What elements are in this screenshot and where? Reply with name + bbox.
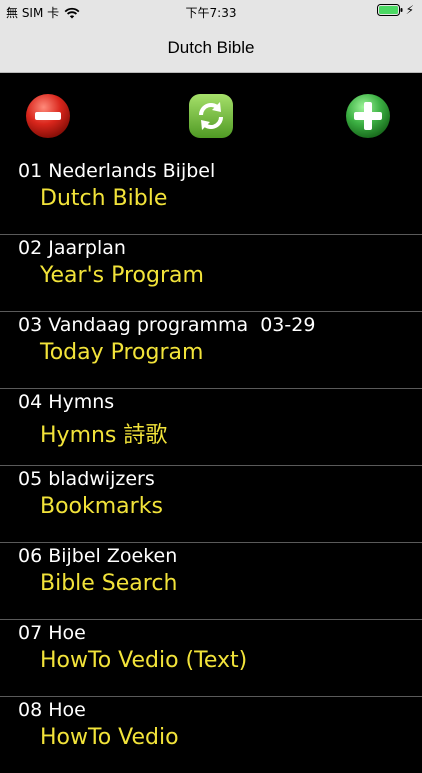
list-item-bookmarks[interactable]: 05 bladwijzers Bookmarks bbox=[0, 465, 422, 542]
item-title: 01 Nederlands Bijbel bbox=[18, 160, 216, 182]
plus-circle-icon bbox=[346, 94, 390, 138]
charging-bolt-icon: ⚡ bbox=[405, 3, 414, 17]
status-time: 下午7:33 bbox=[185, 6, 237, 20]
list-item-howto-text[interactable]: 07 Hoe HowTo Vedio (Text) bbox=[0, 619, 422, 696]
navigation-bar: Dutch Bible bbox=[0, 22, 422, 73]
item-subtitle: Today Program bbox=[40, 340, 204, 365]
list-item-year-program[interactable]: 02 Jaarplan Year's Program bbox=[0, 234, 422, 311]
item-title: 03 Vandaag programma 03-29 bbox=[18, 314, 316, 336]
item-subtitle: Bible Search bbox=[40, 571, 178, 596]
menu-list: 01 Nederlands Bijbel Dutch Bible 02 Jaar… bbox=[0, 158, 422, 773]
list-item-dutch-bible[interactable]: 01 Nederlands Bijbel Dutch Bible bbox=[0, 158, 422, 234]
list-item-howto-video[interactable]: 08 Hoe HowTo Vedio bbox=[0, 696, 422, 773]
add-button[interactable] bbox=[345, 93, 391, 139]
list-item-today-program[interactable]: 03 Vandaag programma 03-29 Today Program bbox=[0, 311, 422, 388]
item-subtitle: HowTo Vedio bbox=[40, 725, 179, 750]
status-right: ⚡ bbox=[376, 3, 414, 17]
remove-button[interactable] bbox=[25, 93, 71, 139]
status-bar: 無 SIM 卡 下午7:33 ⚡ bbox=[0, 0, 422, 22]
refresh-button[interactable] bbox=[188, 93, 234, 139]
item-title: 07 Hoe bbox=[18, 622, 86, 644]
list-item-hymns[interactable]: 04 Hymns Hymns 詩歌 bbox=[0, 388, 422, 465]
item-subtitle: Dutch Bible bbox=[40, 186, 168, 211]
item-subtitle: Bookmarks bbox=[40, 494, 163, 519]
item-title: 02 Jaarplan bbox=[18, 237, 126, 259]
page-title: Dutch Bible bbox=[167, 38, 255, 57]
toolbar bbox=[0, 72, 422, 158]
item-title: 08 Hoe bbox=[18, 699, 86, 721]
refresh-icon bbox=[189, 94, 233, 138]
minus-circle-icon bbox=[26, 94, 70, 138]
item-subtitle: Year's Program bbox=[40, 263, 204, 288]
item-subtitle: Hymns 詩歌 bbox=[40, 423, 168, 448]
item-title: 05 bladwijzers bbox=[18, 468, 155, 490]
item-subtitle: HowTo Vedio (Text) bbox=[40, 648, 248, 673]
item-title: 04 Hymns bbox=[18, 391, 115, 413]
item-title: 06 Bijbel Zoeken bbox=[18, 545, 178, 567]
list-item-bible-search[interactable]: 06 Bijbel Zoeken Bible Search bbox=[0, 542, 422, 619]
battery-icon bbox=[376, 4, 403, 16]
